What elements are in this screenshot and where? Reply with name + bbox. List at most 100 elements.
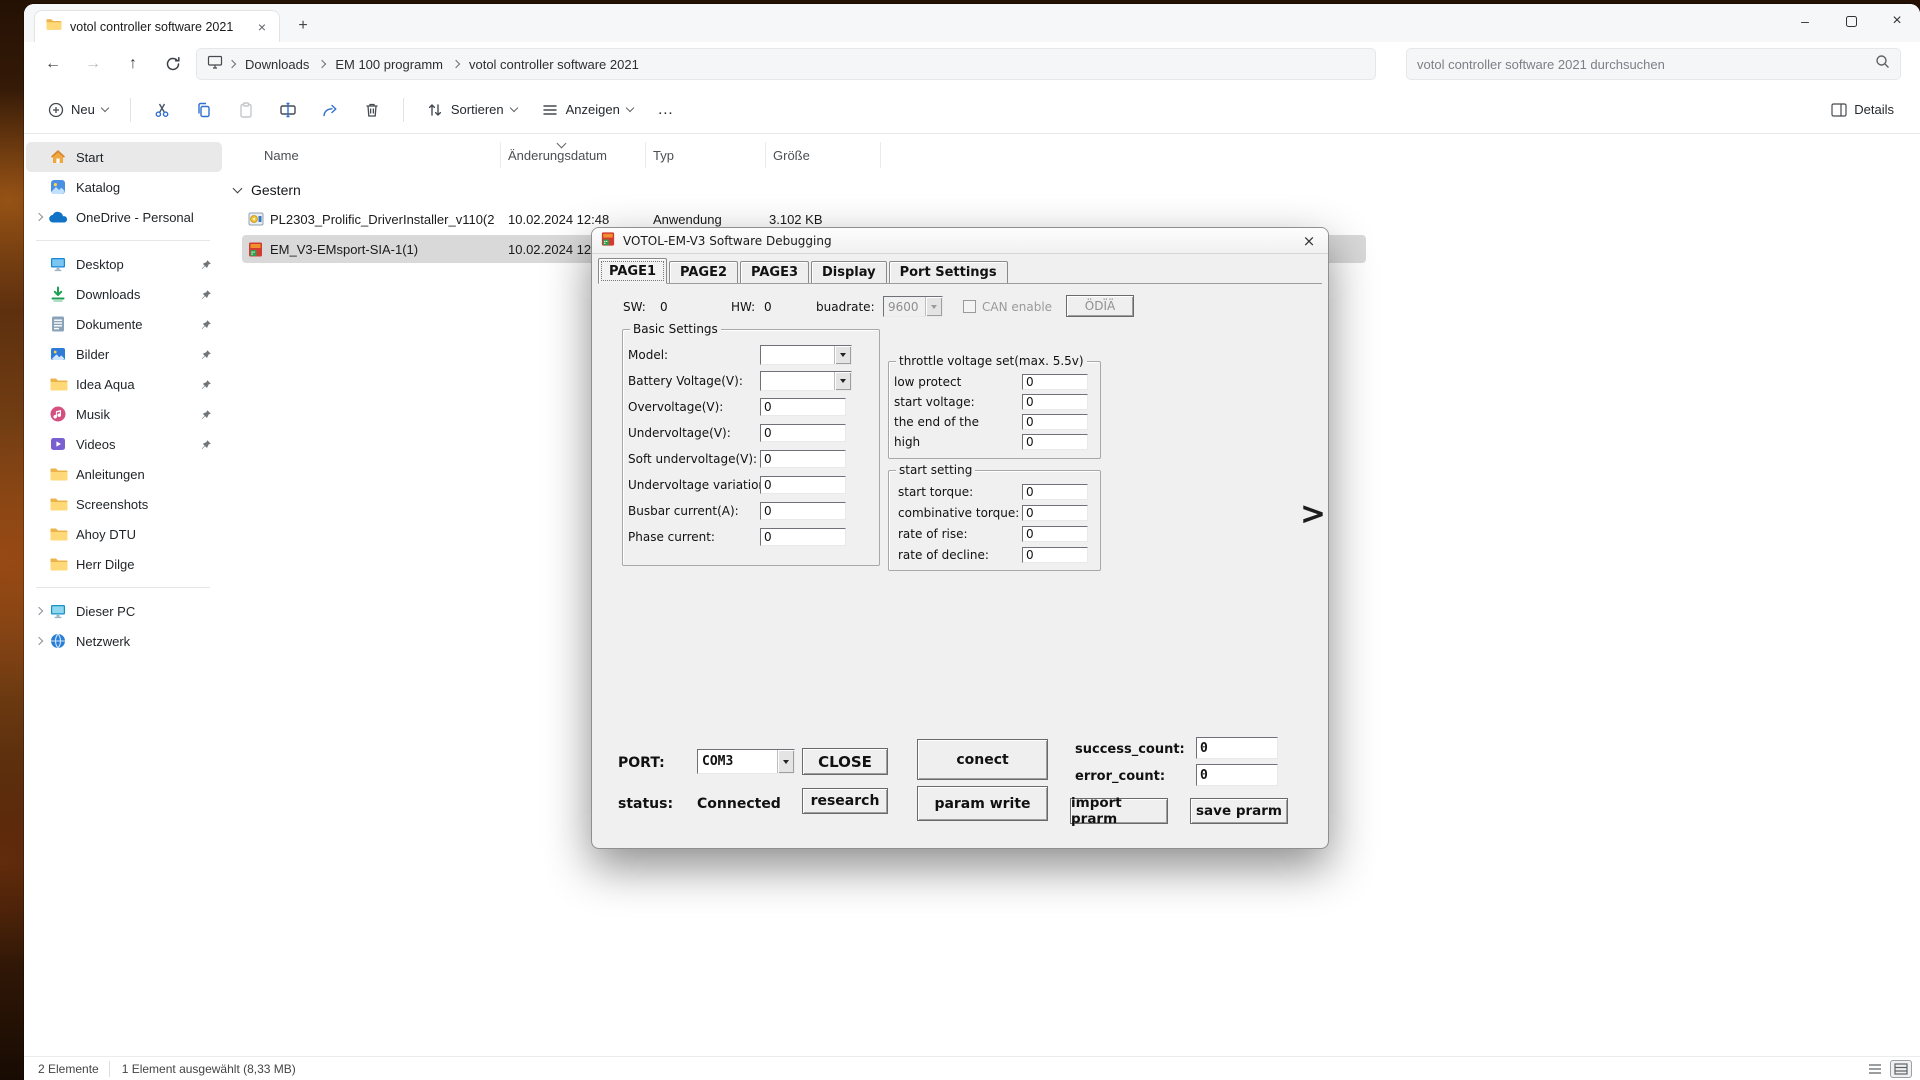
chevron-down-icon[interactable] (233, 184, 243, 194)
more-button[interactable]: … (647, 92, 685, 128)
maximize-button[interactable] (1828, 4, 1874, 38)
model-select[interactable] (760, 345, 852, 365)
tab-page3[interactable]: PAGE3 (740, 261, 809, 283)
phase-current-input[interactable] (760, 528, 846, 546)
dialog-title-bar[interactable]: VOTOL-EM-V3 Software Debugging × (592, 228, 1328, 254)
undervoltage-input[interactable] (760, 424, 846, 442)
sidebar-item-dieser-pc[interactable]: Dieser PC (26, 596, 222, 626)
close-port-button[interactable]: CLOSE (802, 748, 888, 775)
start-voltage-input[interactable] (1022, 394, 1088, 410)
sidebar-item-bilder[interactable]: Bilder (26, 339, 222, 369)
breadcrumb-current[interactable]: votol controller software 2021 (465, 55, 643, 74)
start-voltage-label: start voltage: (894, 395, 1022, 409)
param-write-button[interactable]: param write (917, 786, 1048, 821)
sidebar-item-dokumente[interactable]: Dokumente (26, 309, 222, 339)
port-select[interactable]: COM3 (697, 749, 795, 774)
sidebar-item-screenshots[interactable]: Screenshots (26, 489, 222, 519)
odia-button[interactable]: ÖDÏÄ (1066, 295, 1134, 317)
save-param-button[interactable]: save prarm (1190, 798, 1288, 824)
connect-button[interactable]: conect (917, 739, 1048, 780)
battery-voltage-select[interactable] (760, 371, 852, 391)
rate-of-decline-input[interactable] (1022, 547, 1088, 563)
sidebar-item-netzwerk[interactable]: Netzwerk (26, 626, 222, 656)
details-view-button[interactable] (1890, 1060, 1912, 1078)
import-param-button[interactable]: import prarm (1070, 798, 1168, 824)
rename-button[interactable] (269, 92, 307, 128)
sidebar-item-herr-dilge[interactable]: Herr Dilge (26, 549, 222, 579)
tab-page1[interactable]: PAGE1 (598, 258, 667, 284)
gallery-icon (46, 178, 70, 196)
explorer-tab[interactable]: votol controller software 2021 × (34, 10, 280, 42)
list-view-button[interactable] (1864, 1060, 1886, 1078)
chevron-right-icon[interactable] (35, 637, 43, 645)
can-enable-checkbox[interactable] (963, 300, 976, 313)
minimize-button[interactable]: – (1782, 4, 1828, 38)
tab-bar: votol controller software 2021 × + – × (24, 4, 1920, 42)
breadcrumb-downloads[interactable]: Downloads (241, 55, 313, 74)
end-of-the-input[interactable] (1022, 414, 1088, 430)
breadcrumb[interactable]: Downloads EM 100 programm votol controll… (196, 48, 1376, 80)
delete-button[interactable] (353, 92, 391, 128)
sidebar-item-desktop[interactable]: Desktop (26, 249, 222, 279)
search-input[interactable] (1417, 57, 1875, 72)
error-count-input[interactable] (1196, 764, 1278, 786)
share-button[interactable] (311, 92, 349, 128)
new-tab-button[interactable]: + (290, 14, 316, 38)
search-icon[interactable] (1875, 54, 1890, 74)
next-page-arrow[interactable]: > (1300, 496, 1326, 532)
group-header-gestern[interactable]: Gestern (226, 176, 1920, 204)
paste-button[interactable] (227, 92, 265, 128)
forward-button[interactable]: → (76, 49, 110, 79)
low-protect-input[interactable] (1022, 374, 1088, 390)
chevron-right-icon[interactable] (35, 213, 43, 221)
breadcrumb-em100[interactable]: EM 100 programm (331, 55, 447, 74)
group-label: Gestern (251, 182, 301, 198)
tab-port-settings[interactable]: Port Settings (889, 261, 1008, 283)
start-torque-input[interactable] (1022, 484, 1088, 500)
tab-page2[interactable]: PAGE2 (669, 261, 738, 283)
tab-close-icon[interactable]: × (253, 18, 271, 36)
dialog-close-icon[interactable]: × (1298, 231, 1320, 251)
column-header-name[interactable]: Name (226, 142, 501, 168)
sidebar-item-videos[interactable]: Videos (26, 429, 222, 459)
folder-icon (45, 17, 62, 36)
column-header-type[interactable]: Typ (646, 142, 766, 168)
sidebar-item-anleitungen[interactable]: Anleitungen (26, 459, 222, 489)
column-header-size[interactable]: Größe (766, 142, 881, 168)
sidebar-item-ahoy-dtu[interactable]: Ahoy DTU (26, 519, 222, 549)
sidebar-item-label: Herr Dilge (76, 557, 135, 572)
breadcrumb-separator (318, 60, 326, 68)
copy-button[interactable] (185, 92, 223, 128)
baudrate-select[interactable]: 9600 (883, 296, 943, 317)
tab-display[interactable]: Display (811, 261, 887, 283)
cut-button[interactable] (143, 92, 181, 128)
desktop-icon (46, 255, 70, 273)
up-button[interactable]: ↑ (116, 49, 150, 79)
overvoltage-input[interactable] (760, 398, 846, 416)
combinative-torque-input[interactable] (1022, 505, 1088, 521)
sidebar-item-idea-aqua[interactable]: Idea Aqua (26, 369, 222, 399)
sidebar-item-downloads[interactable]: Downloads (26, 279, 222, 309)
close-button[interactable]: × (1874, 4, 1920, 38)
rate-of-rise-input[interactable] (1022, 526, 1088, 542)
home-icon (46, 148, 70, 166)
sidebar-item-musik[interactable]: Musik (26, 399, 222, 429)
soft-undervoltage-input[interactable] (760, 450, 846, 468)
details-toggle[interactable]: Details (1821, 92, 1904, 128)
research-button[interactable]: research (802, 788, 888, 814)
undervoltage-variation-input[interactable] (760, 476, 846, 494)
high-input[interactable] (1022, 434, 1088, 450)
view-button[interactable]: Anzeigen (531, 92, 643, 128)
back-button[interactable]: ← (36, 49, 70, 79)
busbar-current-input[interactable] (760, 502, 846, 520)
refresh-button[interactable] (156, 49, 190, 79)
sidebar-item-start[interactable]: Start (26, 142, 222, 172)
success-count-input[interactable] (1196, 737, 1278, 759)
column-header-date[interactable]: Änderungsdatum (501, 142, 646, 168)
chevron-right-icon[interactable] (35, 607, 43, 615)
sidebar-item-katalog[interactable]: Katalog (26, 172, 222, 202)
sort-button[interactable]: Sortieren (416, 92, 527, 128)
file-name: EM_V3-EMsport-SIA-1(1) (270, 234, 495, 264)
sidebar-item-onedrive[interactable]: OneDrive - Personal (26, 202, 222, 232)
new-button[interactable]: Neu (38, 92, 118, 128)
